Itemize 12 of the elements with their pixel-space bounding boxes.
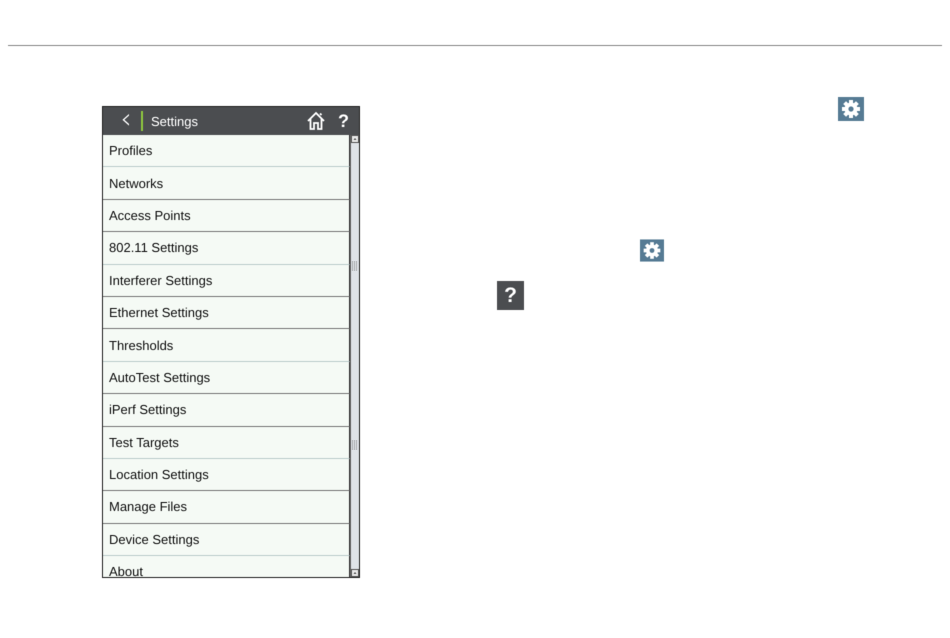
grip-icon	[352, 261, 358, 271]
settings-icon	[838, 97, 864, 121]
home-icon[interactable]	[306, 111, 326, 131]
settings-icon	[640, 239, 664, 262]
scroll-up-icon[interactable]	[351, 135, 359, 143]
help-button[interactable]: ?	[338, 110, 349, 132]
scrollbar[interactable]	[350, 135, 359, 577]
help-icon: ?	[497, 281, 524, 310]
back-button[interactable]: ‹	[103, 107, 137, 137]
grip-icon	[352, 440, 358, 450]
screen-title: Settings	[151, 114, 199, 128]
scroll-down-icon[interactable]	[351, 569, 359, 577]
